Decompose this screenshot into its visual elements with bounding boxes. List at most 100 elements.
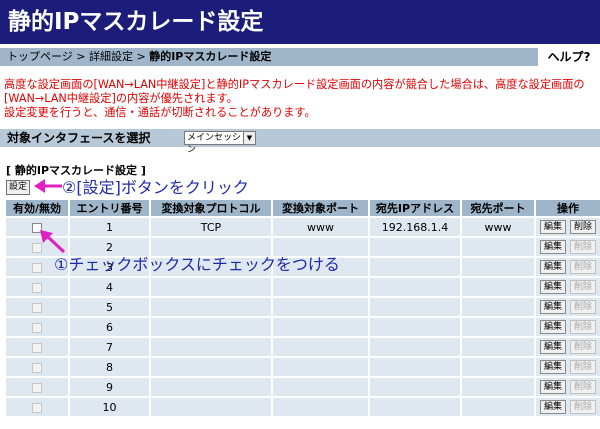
- edit-button[interactable]: 編集: [539, 220, 566, 234]
- protocol-cell: [151, 318, 271, 336]
- enable-checkbox: [32, 302, 42, 313]
- dest-port-cell: [462, 278, 534, 296]
- edit-button[interactable]: 編集: [539, 340, 566, 354]
- ip-cell: 192.168.1.4: [370, 218, 460, 236]
- table-row: 5 編集 削除: [6, 298, 600, 316]
- enable-cell: [6, 298, 68, 316]
- edit-button[interactable]: 編集: [539, 240, 566, 254]
- entry-number: 4: [70, 278, 149, 296]
- protocol-cell: [151, 298, 271, 316]
- dest-port-cell: [462, 338, 534, 356]
- dest-port-cell: [462, 358, 534, 376]
- table-row: 9 編集 削除: [6, 378, 600, 396]
- dest-port-cell: [462, 258, 534, 276]
- delete-button: 削除: [570, 360, 597, 374]
- callout-step2: ②[設定]ボタンをクリック: [62, 178, 249, 197]
- entry-number: 7: [70, 338, 149, 356]
- entry-number: 9: [70, 378, 149, 396]
- breadcrumb-link-top[interactable]: トップページ: [7, 50, 73, 63]
- ip-cell: [370, 378, 460, 396]
- interface-select-row: 対象インタフェースを選択 メインセッション ▼: [0, 129, 600, 155]
- ip-cell: [370, 238, 460, 256]
- enable-cell: [6, 278, 68, 296]
- delete-button: 削除: [570, 400, 597, 414]
- chevron-down-icon: ▼: [243, 132, 255, 144]
- port-cell: [273, 318, 368, 336]
- enable-checkbox: [32, 362, 42, 373]
- breadcrumb: トップページ > 詳細設定 > 静的IPマスカレード設定: [7, 48, 271, 66]
- protocol-cell: [151, 338, 271, 356]
- table-row: 4 編集 削除: [6, 278, 600, 296]
- warning-text: 高度な設定画面の[WAN→LAN中継設定]と静的IPマスカレード設定画面の内容が…: [4, 78, 598, 120]
- ip-cell: [370, 258, 460, 276]
- delete-button: 削除: [570, 340, 597, 354]
- actions-cell: 編集 削除: [536, 358, 600, 376]
- enable-cell: [6, 378, 68, 396]
- port-cell: www: [273, 218, 368, 236]
- enable-checkbox: [32, 402, 42, 413]
- interface-select[interactable]: メインセッション ▼: [184, 131, 256, 155]
- delete-button: 削除: [570, 300, 597, 314]
- protocol-cell: [151, 398, 271, 416]
- set-button[interactable]: 設定: [6, 180, 30, 195]
- actions-cell: 編集 削除: [536, 258, 600, 276]
- table-row: 8 編集 削除: [6, 358, 600, 376]
- arrow-to-set-button-icon: [34, 179, 62, 193]
- column-header: エントリ番号: [70, 200, 149, 216]
- entry-number: 6: [70, 318, 149, 336]
- ip-cell: [370, 338, 460, 356]
- breadcrumb-separator: >: [76, 50, 86, 63]
- help-link[interactable]: ヘルプ?: [538, 48, 600, 66]
- column-header: 変換対象ポート: [273, 200, 368, 216]
- warning-line-1: 高度な設定画面の[WAN→LAN中継設定]と静的IPマスカレード設定画面の内容が…: [4, 78, 585, 105]
- protocol-cell: [151, 358, 271, 376]
- enable-checkbox: [32, 262, 42, 273]
- enable-cell: [6, 338, 68, 356]
- enable-cell: [6, 358, 68, 376]
- masquerade-table: 有効/無効 エントリ番号 変換対象プロトコル 変換対象ポート 宛先IPアドレス …: [4, 198, 600, 418]
- actions-cell: 編集 削除: [536, 238, 600, 256]
- port-cell: [273, 378, 368, 396]
- delete-button[interactable]: 削除: [570, 220, 597, 234]
- edit-button[interactable]: 編集: [539, 260, 566, 274]
- table-header-row: 有効/無効 エントリ番号 変換対象プロトコル 変換対象ポート 宛先IPアドレス …: [6, 200, 600, 216]
- breadcrumb-link-advanced[interactable]: 詳細設定: [89, 50, 133, 63]
- edit-button[interactable]: 編集: [539, 280, 566, 294]
- protocol-cell: TCP: [151, 218, 271, 236]
- column-header: 有効/無効: [6, 200, 68, 216]
- actions-cell: 編集 削除: [536, 378, 600, 396]
- protocol-cell: [151, 278, 271, 296]
- dest-port-cell: [462, 238, 534, 256]
- edit-button[interactable]: 編集: [539, 300, 566, 314]
- protocol-cell: [151, 378, 271, 396]
- port-cell: [273, 278, 368, 296]
- dest-port-cell: [462, 398, 534, 416]
- interface-label: 対象インタフェースを選択: [7, 131, 151, 145]
- delete-button: 削除: [570, 380, 597, 394]
- ip-cell: [370, 398, 460, 416]
- enable-checkbox: [32, 342, 42, 353]
- enable-cell: [6, 318, 68, 336]
- breadcrumb-current: 静的IPマスカレード設定: [149, 50, 272, 63]
- actions-cell: 編集 削除: [536, 318, 600, 336]
- port-cell: [273, 398, 368, 416]
- dest-port-cell: [462, 298, 534, 316]
- actions-cell: 編集 削除: [536, 218, 600, 236]
- entry-number: 1: [70, 218, 149, 236]
- port-cell: [273, 358, 368, 376]
- edit-button[interactable]: 編集: [539, 380, 566, 394]
- column-header: 操作: [536, 200, 600, 216]
- edit-button[interactable]: 編集: [539, 400, 566, 414]
- delete-button: 削除: [570, 280, 597, 294]
- ip-cell: [370, 318, 460, 336]
- port-cell: [273, 338, 368, 356]
- edit-button[interactable]: 編集: [539, 360, 566, 374]
- actions-cell: 編集 削除: [536, 338, 600, 356]
- warning-line-2: 設定変更を行うと、通信・通話が切断されることがあります。: [4, 106, 316, 119]
- enable-checkbox: [32, 282, 42, 293]
- edit-button[interactable]: 編集: [539, 320, 566, 334]
- page-title: 静的IPマスカレード設定: [0, 0, 600, 44]
- column-header: 宛先IPアドレス: [370, 200, 460, 216]
- column-header: 宛先ポート: [462, 200, 534, 216]
- breadcrumb-bar: トップページ > 詳細設定 > 静的IPマスカレード設定 ヘルプ?: [0, 48, 600, 66]
